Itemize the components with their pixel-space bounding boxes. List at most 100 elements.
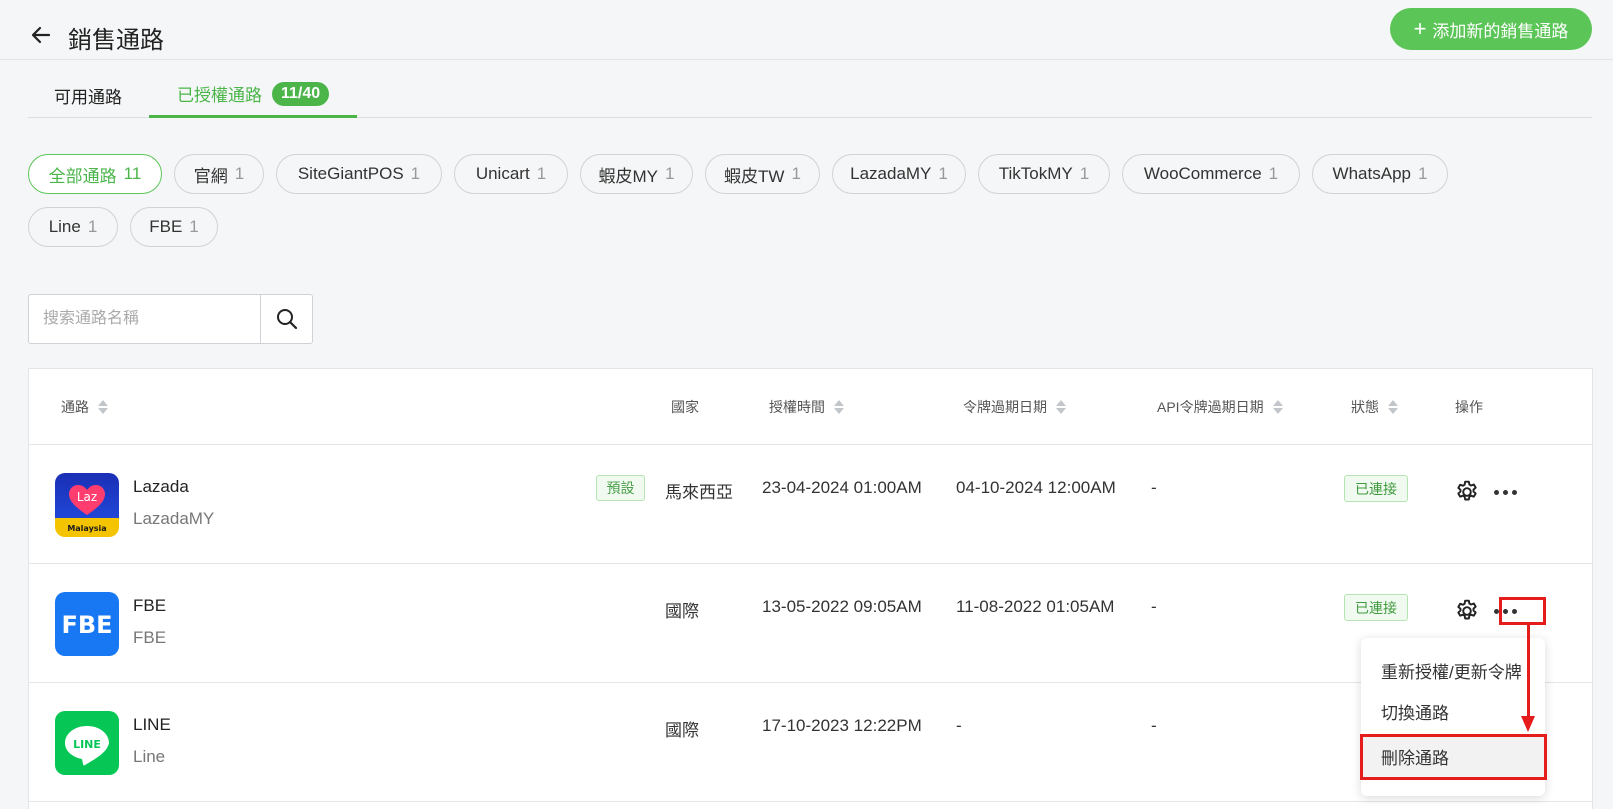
filter-chip-all[interactable]: 全部通路 11 [28, 154, 162, 194]
filter-chip-count: 1 [791, 164, 801, 183]
filter-chip-shopee-tw[interactable]: 蝦皮TW 1 [705, 154, 820, 194]
sort-icon [834, 400, 844, 414]
filter-chip-label: WhatsApp [1332, 164, 1411, 183]
column-header-api-token-expiry[interactable]: API令牌過期日期 [1157, 397, 1283, 417]
filter-chip-label: 蝦皮TW [724, 166, 785, 186]
table-row: Laz Malaysia Lazada LazadaMY 預設 馬來西亞 23-… [29, 445, 1592, 564]
filter-chip-label: WooCommerce [1143, 164, 1262, 183]
country-cell: 馬來西亞 [665, 483, 733, 502]
table-header: 通路 國家 授權時間 令牌過期日期 API令牌過期日期 狀態 操作 [29, 369, 1592, 445]
dot-icon [1493, 489, 1499, 495]
highlight-box-delete-item [1360, 734, 1547, 780]
status-badge: 已連接 [1344, 594, 1408, 621]
menu-item-switch-channel[interactable]: 切換通路 [1381, 699, 1449, 724]
line-logo: LINE [55, 711, 119, 775]
filter-chip-whatsapp[interactable]: WhatsApp 1 [1312, 154, 1448, 194]
tab-authorized-label: 已授權通路 [177, 86, 262, 105]
column-header-channel[interactable]: 通路 [61, 397, 108, 417]
column-header-auth-time[interactable]: 授權時間 [769, 397, 844, 417]
channel-name: FBE [133, 596, 167, 615]
table-row: FBE FBE FBE 國際 13-05-2022 09:05AM 11-08-… [29, 564, 1592, 683]
filter-chip-count: 1 [665, 164, 675, 183]
filter-chip-label: LazadaMY [850, 164, 932, 183]
token-expiry-cell: - [956, 716, 962, 735]
fbe-logo-text: FBE [61, 611, 112, 639]
filter-chip-unicart[interactable]: Unicart 1 [454, 154, 568, 194]
tab-available-label: 可用通路 [54, 87, 122, 107]
more-options-button[interactable] [1489, 481, 1521, 503]
filter-chip-woocommerce[interactable]: WooCommerce 1 [1122, 154, 1300, 194]
column-header-actions: 操作 [1455, 397, 1483, 417]
fbe-logo: FBE [55, 592, 119, 656]
dot-icon [1511, 489, 1517, 495]
annotation-arrow-head-icon [1521, 716, 1535, 732]
channel-tabs: 可用通路 已授權通路 11/40 [28, 72, 1592, 118]
channel-name: LINE [133, 715, 171, 734]
column-header-label: 授權時間 [769, 399, 825, 415]
search-button[interactable] [260, 295, 312, 343]
filter-chip-label: Line [48, 217, 81, 236]
filter-chip-label: TikTokMY [998, 164, 1073, 183]
tab-available-channels[interactable]: 可用通路 [54, 72, 122, 118]
filter-chip-count: 1 [1268, 164, 1279, 183]
annotation-arrow-line [1527, 624, 1530, 720]
column-header-label: 狀態 [1351, 399, 1379, 415]
filter-chip-label: 官網 [193, 166, 228, 186]
filter-chip-label: SiteGiantPOS [297, 164, 404, 183]
menu-item-reauthorize[interactable]: 重新授權/更新令牌 [1381, 658, 1522, 683]
filter-chip-count: 1 [1417, 164, 1428, 183]
auth-time-cell: 17-10-2023 12:22PM [762, 716, 922, 735]
authorized-count-badge: 11/40 [272, 81, 330, 106]
column-header-status[interactable]: 狀態 [1351, 397, 1398, 417]
filter-chip-sitegiantpos[interactable]: SiteGiantPOS 1 [276, 154, 442, 194]
filter-chip-tiktok-my[interactable]: TikTokMY 1 [978, 154, 1110, 194]
api-token-expiry-cell: - [1151, 597, 1157, 616]
filter-chip-count: 1 [1079, 164, 1090, 183]
column-header-label: 操作 [1455, 399, 1483, 415]
filter-chip-lazada-my[interactable]: LazadaMY 1 [832, 154, 966, 194]
lazada-logo: Laz Malaysia [55, 473, 119, 537]
token-expiry-cell: 11-08-2022 01:05AM [956, 597, 1115, 616]
column-header-token-expiry[interactable]: 令牌過期日期 [963, 397, 1066, 417]
api-token-expiry-cell: - [1151, 478, 1157, 497]
country-cell: 國際 [665, 602, 699, 621]
filter-chip-shopee-my[interactable]: 蝦皮MY 1 [580, 154, 693, 194]
filter-chip-website[interactable]: 官網 1 [174, 154, 264, 194]
dot-icon [1502, 489, 1508, 495]
token-expiry-cell: 04-10-2024 12:00AM [956, 478, 1116, 497]
filter-chip-fbe[interactable]: FBE 1 [130, 207, 218, 247]
dot-icon [1493, 608, 1499, 614]
column-header-country: 國家 [671, 397, 699, 417]
gear-icon[interactable] [1454, 479, 1480, 505]
country-cell: 國際 [665, 721, 699, 740]
api-token-expiry-cell: - [1151, 716, 1157, 735]
filter-chip-count: 1 [87, 217, 98, 236]
back-arrow-icon[interactable] [28, 22, 54, 48]
page-title: 銷售通路 [68, 27, 164, 54]
table-row: LINE LINE Line 國際 17-10-2023 12:22PM - - [29, 683, 1592, 802]
channel-name: Lazada [133, 477, 189, 496]
sort-icon [1056, 400, 1066, 414]
filter-chip-count: 1 [536, 164, 547, 183]
add-channel-button[interactable]: + 添加新的銷售通路 [1390, 8, 1592, 50]
tab-authorized-channels[interactable]: 已授權通路 11/40 [149, 72, 358, 118]
filter-chip-count: 1 [234, 164, 245, 183]
channel-sub-name: FBE [133, 628, 167, 647]
auth-time-cell: 13-05-2022 09:05AM [762, 597, 922, 616]
filter-chip-label: 蝦皮MY [598, 166, 659, 186]
gear-icon[interactable] [1454, 598, 1480, 624]
sort-icon [1388, 400, 1398, 414]
channel-search [28, 294, 313, 344]
filter-chip-label: Unicart [475, 164, 530, 183]
highlight-box-more-button [1499, 597, 1546, 625]
channel-search-input[interactable] [29, 295, 261, 343]
search-icon [276, 309, 297, 330]
line-logo-text: LINE [73, 738, 101, 751]
filter-chip-label: FBE [149, 217, 183, 236]
plus-icon: + [1413, 16, 1427, 41]
filter-chip-count: 1 [189, 217, 199, 236]
page-header: 銷售通路 + 添加新的銷售通路 [0, 0, 1613, 60]
filter-chip-line[interactable]: Line 1 [28, 207, 118, 247]
column-header-label: 令牌過期日期 [963, 399, 1047, 415]
add-channel-label: 添加新的銷售通路 [1432, 21, 1569, 41]
